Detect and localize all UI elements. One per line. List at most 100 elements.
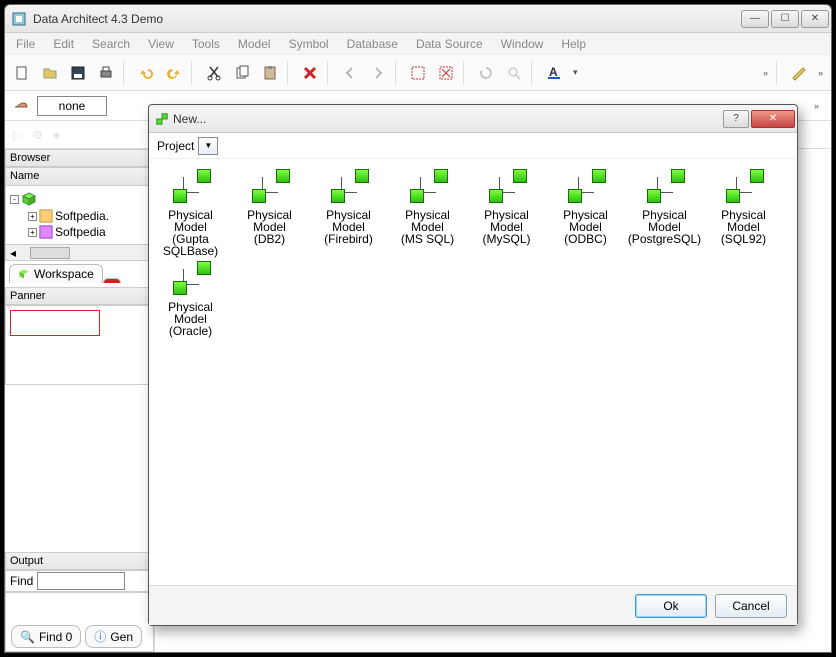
play-icon[interactable]: ▷ xyxy=(13,128,22,142)
dialog-help-button[interactable]: ? xyxy=(723,110,749,128)
zoom-icon[interactable] xyxy=(501,60,527,86)
physical-model-icon xyxy=(643,167,687,207)
template-item[interactable]: Physical Model(PostgreSQL) xyxy=(625,167,704,259)
delete-icon[interactable] xyxy=(297,60,323,86)
save-icon[interactable] xyxy=(65,60,91,86)
tree-item[interactable]: + Softpedia. xyxy=(10,208,149,224)
template-item[interactable]: Physical Model(DB2) xyxy=(230,167,309,259)
menu-file[interactable]: File xyxy=(7,35,44,53)
overflow-icon[interactable]: » xyxy=(814,68,827,78)
forward-icon[interactable] xyxy=(365,60,391,86)
font-color-icon[interactable]: A xyxy=(541,60,567,86)
tree-root[interactable]: - xyxy=(10,190,149,208)
collapse-icon[interactable]: - xyxy=(10,195,19,204)
mode-selector[interactable]: none xyxy=(37,96,107,116)
tab-workspace[interactable]: Workspace xyxy=(9,264,103,283)
name-column-header[interactable]: Name xyxy=(6,168,153,186)
dialog-title: New... xyxy=(169,112,721,126)
tab-label: Workspace xyxy=(34,267,94,281)
menu-database[interactable]: Database xyxy=(338,35,407,53)
toolbar: A ▾ » » xyxy=(5,55,831,91)
expand-icon[interactable]: + xyxy=(28,212,37,221)
minimize-button[interactable]: — xyxy=(741,10,769,28)
physical-model-icon xyxy=(327,167,371,207)
format-icon[interactable] xyxy=(786,60,812,86)
window-title: Data Architect 4.3 Demo xyxy=(33,12,739,26)
titlebar[interactable]: Data Architect 4.3 Demo — ☐ ✕ xyxy=(5,5,831,33)
scrollbar-thumb[interactable] xyxy=(30,247,70,259)
copy-icon[interactable] xyxy=(229,60,255,86)
separator xyxy=(463,61,469,85)
svg-text:A: A xyxy=(549,65,558,79)
select-all-icon[interactable] xyxy=(405,60,431,86)
template-item[interactable]: Physical Model(Oracle) xyxy=(151,259,230,351)
undo-icon[interactable] xyxy=(133,60,159,86)
project-dropdown[interactable]: ▼ xyxy=(198,137,218,155)
panner-view[interactable] xyxy=(5,305,154,385)
dropdown-icon[interactable]: ▾ xyxy=(569,67,582,78)
model-icon xyxy=(39,209,53,223)
template-item[interactable]: Physical Model(Gupta SQLBase) xyxy=(151,167,230,259)
find-input[interactable] xyxy=(37,572,125,590)
expand-icon[interactable]: + xyxy=(28,228,37,237)
ok-button[interactable]: Ok xyxy=(635,594,707,618)
dialog-icon xyxy=(155,112,169,126)
find-bar: Find xyxy=(5,570,154,592)
redo-icon[interactable] xyxy=(161,60,187,86)
new-dialog: New... ? ✕ Project ▼ Physical Model(Gupt… xyxy=(148,104,798,626)
menu-help[interactable]: Help xyxy=(552,35,595,53)
menu-view[interactable]: View xyxy=(139,35,183,53)
menu-symbol[interactable]: Symbol xyxy=(280,35,338,53)
dialog-titlebar[interactable]: New... ? ✕ xyxy=(149,105,797,133)
template-item[interactable]: Physical Model(MS SQL) xyxy=(388,167,467,259)
output-header: Output xyxy=(5,552,154,570)
dialog-close-button[interactable]: ✕ xyxy=(751,110,795,128)
panner-header: Panner xyxy=(5,287,154,305)
physical-model-icon xyxy=(169,259,213,299)
tab-errors[interactable] xyxy=(103,278,121,283)
template-item[interactable]: Physical Model(SQL92) xyxy=(704,167,783,259)
print-icon[interactable] xyxy=(93,60,119,86)
back-icon[interactable] xyxy=(337,60,363,86)
cut-icon[interactable] xyxy=(201,60,227,86)
dialog-body: Physical Model(Gupta SQLBase)Physical Mo… xyxy=(149,159,797,585)
template-item[interactable]: Physical Model(MySQL) xyxy=(467,167,546,259)
menu-model[interactable]: Model xyxy=(229,35,280,53)
new-icon[interactable] xyxy=(9,60,35,86)
template-label: Physical Model(Oracle) xyxy=(151,301,230,337)
menu-edit[interactable]: Edit xyxy=(44,35,83,53)
template-label: Physical Model(SQL92) xyxy=(704,209,783,245)
menu-tools[interactable]: Tools xyxy=(183,35,229,53)
overflow-icon[interactable]: » xyxy=(810,101,823,111)
cube-icon xyxy=(18,268,30,280)
template-label: Physical Model(MySQL) xyxy=(467,209,546,245)
separator xyxy=(191,61,197,85)
overflow-icon[interactable]: » xyxy=(759,68,772,78)
cancel-button[interactable]: Cancel xyxy=(715,594,787,618)
template-item[interactable]: Physical Model(ODBC) xyxy=(546,167,625,259)
tree-item[interactable]: + Softpedia xyxy=(10,224,149,240)
template-grid: Physical Model(Gupta SQLBase)Physical Mo… xyxy=(151,167,795,351)
deselect-icon[interactable] xyxy=(433,60,459,86)
menu-window[interactable]: Window xyxy=(492,35,553,53)
panner-viewport[interactable] xyxy=(10,310,100,336)
horizontal-scrollbar[interactable]: ◂ xyxy=(6,244,153,260)
menu-data-source[interactable]: Data Source xyxy=(407,35,492,53)
menu-search[interactable]: Search xyxy=(83,35,139,53)
separator xyxy=(327,61,333,85)
tab-find[interactable]: 🔍 Find 0 xyxy=(11,625,81,648)
gear-icon[interactable]: ⚙ xyxy=(32,128,43,142)
paste-icon[interactable] xyxy=(257,60,283,86)
template-item[interactable]: Physical Model(Firebird) xyxy=(309,167,388,259)
tab-gen[interactable]: ⓘ Gen xyxy=(85,625,142,648)
physical-model-icon xyxy=(248,167,292,207)
maximize-button[interactable]: ☐ xyxy=(771,10,799,28)
browser-tree[interactable]: - + Softpedia. + Softpedia xyxy=(6,186,153,244)
record-icon[interactable]: ● xyxy=(53,128,60,142)
model-icon xyxy=(39,225,53,239)
left-panel: Browser Name - + Softpedia. + Softpedia xyxy=(5,149,155,652)
refresh-icon[interactable] xyxy=(473,60,499,86)
open-icon[interactable] xyxy=(37,60,63,86)
template-label: Physical Model(MS SQL) xyxy=(388,209,467,245)
close-button[interactable]: ✕ xyxy=(801,10,829,28)
